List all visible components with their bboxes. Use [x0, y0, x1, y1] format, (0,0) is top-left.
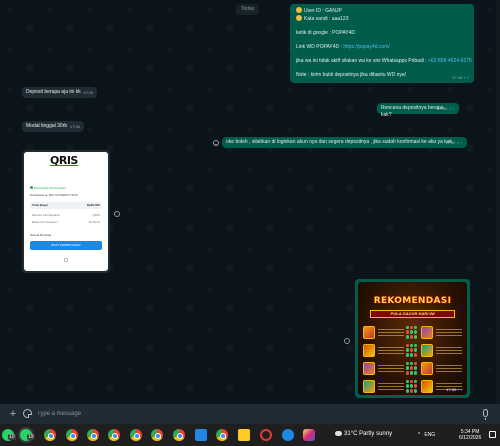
chrome-icon[interactable] — [151, 429, 163, 441]
telegram-icon[interactable] — [195, 429, 207, 441]
notification-icon[interactable] — [489, 431, 496, 438]
game-icon — [363, 379, 375, 393]
message-time: 17:30✓✓ — [437, 106, 455, 111]
message-text: Deposit berapa aja ini kk — [26, 89, 81, 95]
forward-icon[interactable] — [344, 338, 350, 344]
promo-image[interactable]: REKOMENDASI POLA GACOR HARI INI — [358, 282, 467, 395]
message-time: 17:29 — [82, 90, 93, 95]
deadline-row: Batas Pembayaran 15 Menit — [32, 220, 100, 224]
site-link[interactable]: https://popay4d.com/ — [343, 44, 389, 50]
phone-link[interactable]: +62 858-4624-9275 — [428, 58, 472, 64]
app-icon[interactable] — [282, 429, 294, 441]
qris-payment-image[interactable]: QRIS Menunggu Pembayaran Pembayaran ke: … — [24, 152, 108, 271]
search-instruction-line: ketik di google : POPAY4D — [296, 30, 356, 36]
promo-game-row — [363, 360, 462, 376]
emoji-reaction-icon[interactable] — [213, 140, 219, 146]
taskbar-badge: 19 — [27, 434, 35, 440]
message-time: 17:30 — [95, 265, 106, 270]
microphone-icon[interactable] — [483, 409, 488, 420]
taskbar-badge: 10 — [8, 434, 16, 440]
pay-button: BUAT PEMBAYARAN — [30, 241, 102, 250]
tray-chevron-icon: ^ — [418, 432, 421, 438]
chrome-icon[interactable] — [66, 429, 78, 441]
total-row: Total Bayar Rp30.000 — [30, 202, 102, 209]
message-time: 17:30✓✓ — [446, 387, 464, 392]
message-text: Rencana depositnya berapa kak? — [381, 105, 444, 118]
chat-area[interactable]: Today User ID : GANJP Kata sandi : aaa12… — [0, 0, 500, 404]
method-row: Metode Pembayaran QRIS — [32, 213, 100, 217]
message-text: Modal tinggal 30rb — [26, 123, 68, 129]
message-time: 17:30 — [69, 124, 80, 129]
password-line: Kata sandi : aaa123 — [304, 16, 349, 22]
game-icon — [363, 361, 375, 375]
message-time: 17:28✓✓ — [452, 75, 470, 80]
chrome-icon[interactable] — [173, 429, 185, 441]
game-icon — [421, 379, 433, 393]
chat-scrollbar[interactable] — [496, 0, 500, 404]
chrome-icon[interactable] — [216, 429, 228, 441]
windows-taskbar: 10 19 31°C Partly sunny ^ ENG 5:34 PM 6/12… — [0, 424, 500, 446]
message-text: oke boleh , silahkan di loginkan akun ny… — [226, 139, 452, 145]
read-ticks-icon: ✓✓ — [448, 106, 455, 111]
date-chip: Today — [236, 4, 260, 15]
message-incoming-image[interactable]: QRIS Menunggu Pembayaran Pembayaran ke: … — [22, 150, 110, 273]
promo-title: REKOMENDASI — [373, 296, 452, 306]
game-icon — [421, 325, 433, 339]
emoji-icon — [296, 7, 302, 13]
chrome-icon[interactable] — [130, 429, 142, 441]
message-outgoing[interactable]: Rencana depositnya berapa kak? 17:30✓✓ — [377, 103, 459, 118]
clock[interactable]: 5:34 PM 6/12/2026 — [459, 429, 481, 441]
read-ticks-icon: ✓✓ — [456, 140, 463, 145]
promo-subtitle: POLA GACOR HARI INI — [370, 310, 455, 318]
message-input[interactable] — [35, 408, 475, 420]
promo-game-grid — [363, 324, 462, 395]
wa-text: jika wa ini tidak aktif silakan wa ke si… — [296, 58, 429, 64]
message-outgoing[interactable]: oke boleh , silahkan di loginkan akun ny… — [222, 137, 467, 148]
message-incoming[interactable]: Modal tinggal 30rb 17:30 — [22, 121, 84, 132]
chrome-icon[interactable] — [108, 429, 120, 441]
emoji-icon — [296, 15, 302, 21]
partly-sunny-icon — [334, 429, 342, 436]
payment-status: Menunggu Pembayaran — [30, 185, 66, 192]
note-line: Note : kirim bukti depositnya jika diban… — [296, 72, 407, 78]
game-icon — [363, 343, 375, 357]
language-indicator: ENG — [424, 432, 436, 438]
whatsapp-desktop: Today User ID : GANJP Kata sandi : aaa12… — [0, 0, 500, 446]
file-explorer-icon[interactable] — [238, 429, 250, 441]
read-ticks-icon: ✓✓ — [463, 75, 470, 80]
game-icon — [363, 325, 375, 339]
read-ticks-icon: ✓✓ — [457, 387, 464, 392]
message-composer: + — [0, 404, 500, 424]
message-outgoing-credentials[interactable]: User ID : GANJP Kata sandi : aaa123 keti… — [290, 4, 474, 83]
home-icon — [64, 258, 68, 262]
forward-icon[interactable] — [114, 211, 120, 217]
payment-note: Sesuai Nominal — [30, 233, 52, 237]
chrome-icon[interactable] — [87, 429, 99, 441]
promo-game-row — [363, 342, 462, 358]
payment-desc: Pembayaran ke: ZEN YGA WANTO TICCK — [30, 194, 78, 197]
user-id-line: User ID : GANJP — [304, 8, 342, 14]
chrome-icon[interactable] — [44, 429, 56, 441]
instagram-icon[interactable] — [303, 429, 315, 441]
opera-icon[interactable] — [260, 429, 272, 441]
game-icon — [421, 361, 433, 375]
message-outgoing-image[interactable]: REKOMENDASI POLA GACOR HARI INI 17:30✓✓ — [355, 279, 470, 398]
promo-game-row — [363, 324, 462, 340]
qris-logo: QRIS — [50, 154, 78, 167]
game-icon — [421, 343, 433, 357]
message-incoming[interactable]: Deposit berapa aja ini kk 17:29 — [22, 87, 97, 98]
system-tray[interactable]: ^ ENG — [418, 432, 439, 438]
weather-widget[interactable]: 31°C Partly sunny — [334, 429, 392, 437]
message-time: 17:30✓✓ — [445, 140, 463, 145]
attach-plus-icon[interactable]: + — [8, 409, 18, 420]
link-label: Link WD POPAY4D : — [296, 44, 344, 50]
sticker-icon[interactable] — [23, 409, 32, 418]
